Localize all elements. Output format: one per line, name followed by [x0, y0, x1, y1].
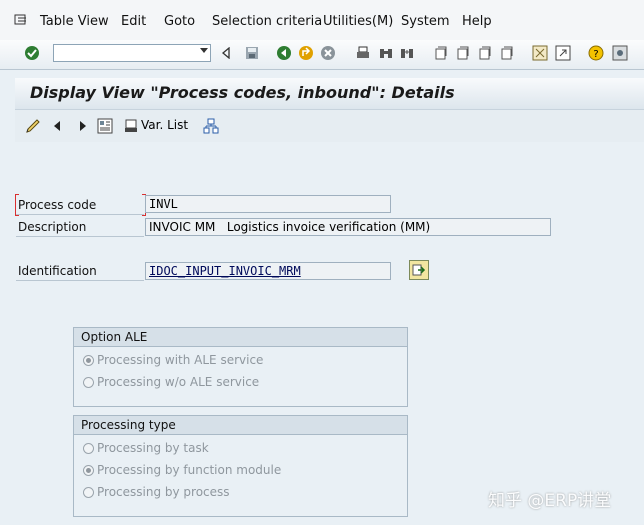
arrow-right-icon — [412, 264, 426, 276]
menu-system[interactable]: System — [401, 14, 449, 29]
display-change-icon[interactable] — [25, 118, 41, 134]
option-ale-group: Option ALE Processing with ALE service P… — [73, 327, 408, 407]
process-code-label: Process code — [18, 198, 97, 212]
navigation-icon[interactable] — [203, 118, 219, 134]
radio-label: Processing by task — [97, 441, 209, 455]
radio-label: Processing by process — [97, 485, 230, 499]
standard-toolbar: ? — [0, 40, 644, 70]
option-ale-title: Option ALE — [74, 328, 407, 347]
cancel-icon[interactable] — [320, 45, 336, 61]
radio-label: Processing with ALE service — [97, 353, 264, 367]
menu-utilities[interactable]: Utilities(M) — [323, 14, 393, 29]
triangle-left-icon[interactable] — [218, 45, 234, 61]
find-next-icon[interactable] — [399, 45, 415, 61]
last-page-icon[interactable] — [499, 45, 515, 61]
enter-checkmark-icon[interactable] — [24, 45, 40, 61]
help-icon[interactable]: ? — [588, 45, 604, 61]
description-field[interactable]: INVOIC MM Logistics invoice verification… — [145, 218, 551, 236]
identification-label: Identification — [18, 264, 97, 278]
first-page-icon[interactable] — [433, 45, 449, 61]
processing-type-title: Processing type — [74, 416, 407, 435]
process-code-field[interactable]: INVL — [145, 195, 391, 213]
radio-button[interactable] — [83, 376, 94, 388]
radio-label: Processing by function module — [97, 463, 282, 477]
menu-help[interactable]: Help — [462, 14, 492, 29]
identification-field[interactable]: IDOC_INPUT_INVOIC_MRM — [145, 262, 391, 280]
svg-text:?: ? — [593, 49, 598, 60]
description-label: Description — [18, 220, 87, 234]
table-view-icon[interactable] — [97, 118, 113, 134]
label-underline — [16, 214, 144, 215]
var-list-button[interactable]: Var. List — [141, 118, 188, 132]
next-page-icon[interactable] — [477, 45, 493, 61]
save-icon[interactable] — [244, 45, 260, 61]
processing-type-group: Processing type Processing by task Proce… — [73, 415, 408, 517]
previous-page-icon[interactable] — [455, 45, 471, 61]
exit-icon[interactable] — [298, 45, 314, 61]
menu-goto[interactable]: Goto — [164, 14, 195, 29]
watermark: 知乎 @ERP讲堂 — [488, 491, 612, 511]
menu-selection-criteria[interactable]: Selection criteria — [212, 14, 322, 29]
label-underline — [16, 236, 144, 237]
system-menu-icon[interactable] — [13, 12, 29, 28]
radio-processing-by-process[interactable]: Processing by process — [83, 483, 230, 501]
shortcut-icon[interactable] — [555, 45, 571, 61]
customize-layout-icon[interactable] — [612, 45, 628, 61]
command-field[interactable] — [53, 44, 211, 62]
find-icon[interactable] — [378, 45, 394, 61]
radio-button-selected[interactable] — [83, 464, 94, 476]
display-function-module-button[interactable] — [409, 260, 429, 280]
menu-table-view[interactable]: Table View — [40, 14, 109, 29]
radio-processing-with-ale[interactable]: Processing with ALE service — [83, 351, 263, 369]
radio-label: Processing w/o ALE service — [97, 375, 260, 389]
radio-button[interactable] — [83, 486, 94, 498]
radio-processing-without-ale[interactable]: Processing w/o ALE service — [83, 373, 259, 391]
menu-edit[interactable]: Edit — [121, 14, 146, 29]
menu-bar: Table View Edit Goto Selection criteria … — [0, 0, 644, 41]
print-icon[interactable] — [355, 45, 371, 61]
title-bar: Display View "Process codes, inbound": D… — [15, 78, 644, 110]
radio-processing-by-function-module[interactable]: Processing by function module — [83, 461, 281, 479]
radio-button-selected[interactable] — [83, 354, 94, 366]
label-underline — [16, 280, 144, 281]
application-toolbar: Var. List — [15, 110, 644, 142]
page-title: Display View "Process codes, inbound": D… — [30, 83, 455, 102]
variable-list-icon[interactable] — [123, 118, 139, 134]
chevron-down-icon[interactable] — [200, 48, 208, 53]
back-icon[interactable] — [276, 45, 292, 61]
radio-button[interactable] — [83, 442, 94, 454]
previous-entry-icon[interactable] — [49, 118, 65, 134]
create-session-icon[interactable] — [532, 45, 548, 61]
radio-processing-by-task[interactable]: Processing by task — [83, 439, 209, 457]
next-entry-icon[interactable] — [75, 118, 91, 134]
